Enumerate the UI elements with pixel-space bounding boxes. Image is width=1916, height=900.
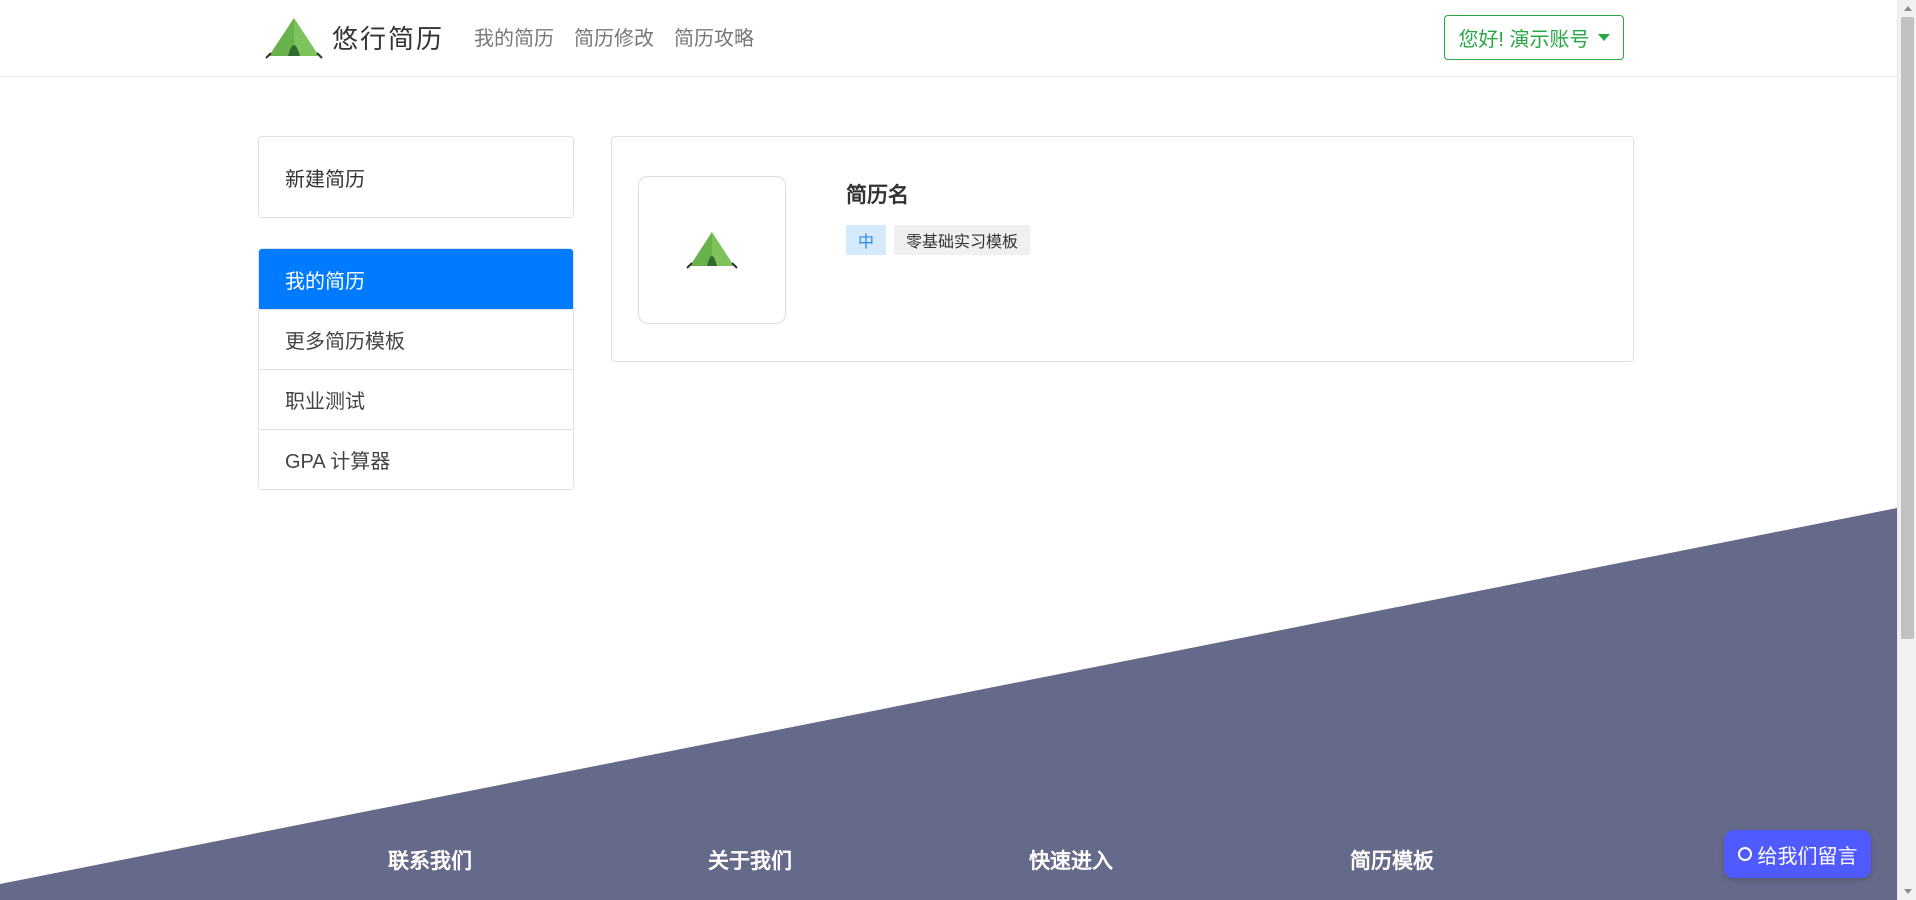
sidebar-item-career-test[interactable]: 职业测试 [259, 369, 573, 429]
main-nav: 我的简历 简历修改 简历攻略 [474, 22, 754, 51]
sidebar-item-label: 我的简历 [285, 270, 365, 293]
nav-resume-guide[interactable]: 简历攻略 [674, 22, 754, 51]
nav-resume-edit[interactable]: 简历修改 [574, 22, 654, 51]
resume-name[interactable]: 简历名 [846, 179, 909, 209]
sidebar-item-label: 职业测试 [285, 391, 365, 413]
brand[interactable]: 悠行简历 [264, 12, 444, 62]
tent-logo-icon [265, 18, 323, 59]
nav-my-resume[interactable]: 我的简历 [474, 22, 554, 51]
footer-heading-contact: 联系我们 [388, 850, 472, 873]
caret-down-icon [1597, 34, 1610, 41]
scroll-up-button[interactable] [1898, 0, 1916, 17]
arrow-down-icon [1903, 889, 1912, 894]
user-greeting: 您好! 演示账号 [1458, 29, 1590, 51]
footer-heading-quick-access: 快速进入 [1029, 850, 1113, 873]
leave-message-label: 给我们留言 [1757, 845, 1858, 868]
sidebar-item-gpa-calculator[interactable]: GPA 计算器 [259, 429, 573, 489]
tent-logo-icon [686, 232, 738, 269]
user-dropdown-button[interactable]: 您好! 演示账号 [1444, 15, 1624, 60]
footer-heading-templates: 简历模板 [1350, 850, 1434, 873]
sidebar-item-more-templates[interactable]: 更多简历模板 [259, 309, 573, 369]
sidebar-menu: 我的简历 更多简历模板 职业测试 GPA 计算器 [258, 248, 574, 490]
resume-card: 简历名 中 零基础实习模板 [611, 136, 1634, 362]
leave-message-button[interactable]: 给我们留言 [1724, 830, 1871, 878]
sidebar-item-my-resume[interactable]: 我的简历 [259, 249, 573, 309]
arrow-up-icon [1903, 6, 1912, 11]
template-tag: 零基础实习模板 [894, 225, 1031, 255]
circle-chat-icon [1737, 847, 1752, 861]
resume-tags: 中 零基础实习模板 [846, 225, 1031, 255]
brand-name: 悠行简历 [332, 24, 445, 55]
sidebar-item-label: GPA 计算器 [285, 451, 391, 473]
top-navbar: 悠行简历 我的简历 简历修改 简历攻略 您好! 演示账号 [0, 0, 1897, 77]
level-tag: 中 [846, 225, 887, 255]
new-resume-button[interactable]: 新建简历 [258, 136, 574, 218]
sidebar: 新建简历 我的简历 更多简历模板 职业测试 GPA 计算器 [258, 136, 574, 490]
scroll-down-button[interactable] [1898, 883, 1916, 900]
page: 悠行简历 我的简历 简历修改 简历攻略 您好! 演示账号 新建简历 我的简历 更… [0, 0, 1916, 900]
footer-heading-about: 关于我们 [708, 850, 792, 873]
resume-thumbnail[interactable] [638, 176, 786, 324]
vertical-scrollbar[interactable] [1897, 0, 1916, 900]
scrollbar-thumb[interactable] [1901, 17, 1914, 639]
sidebar-item-label: 更多简历模板 [285, 331, 405, 353]
